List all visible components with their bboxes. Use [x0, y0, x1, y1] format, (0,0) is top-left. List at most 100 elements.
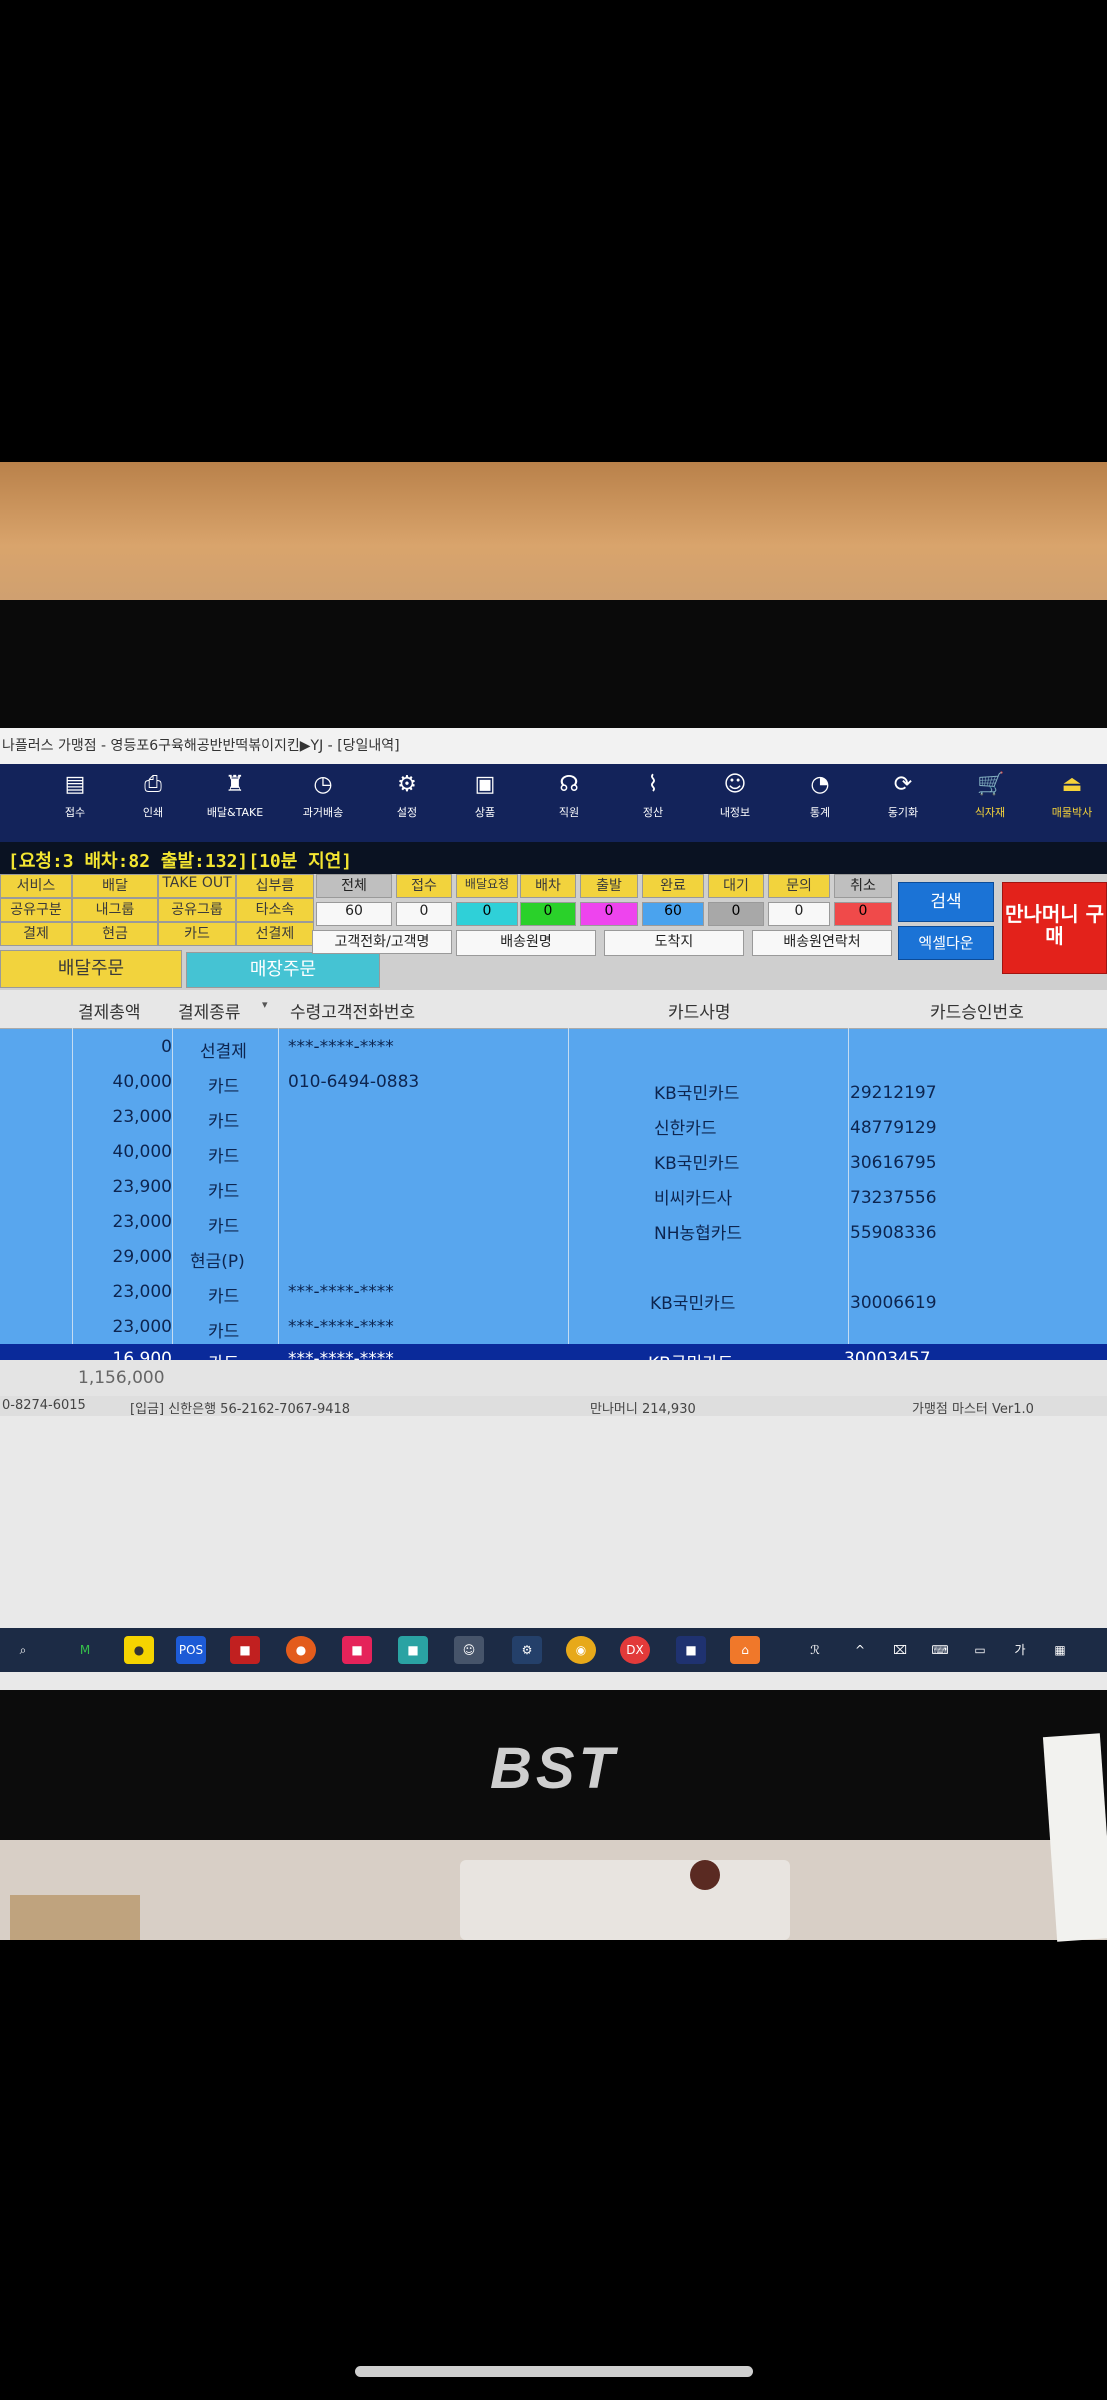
filter-service[interactable]: 서비스	[0, 874, 72, 898]
table-row[interactable]: 16,900카드***-****-****KB국민카드30003457	[0, 1344, 1107, 1360]
filter-delivery[interactable]: 배달	[72, 874, 158, 898]
status-cancel[interactable]: 취소	[834, 874, 892, 898]
toolbar-staff[interactable]: ☊ 직원	[534, 772, 604, 820]
toolbar-receive[interactable]: ▤ 접수	[40, 772, 110, 820]
toolbar-settings[interactable]: ⚙ 설정	[372, 772, 442, 820]
table-header: 결제총액 결제종류 ▾ 수령고객전화번호 카드사명 카드승인번호	[0, 990, 1107, 1029]
col-payment-type[interactable]: 결제종류	[178, 998, 241, 1023]
toolbar-settlement[interactable]: ⌇ 정산	[618, 772, 688, 820]
phone-info: 0-8274-6015	[2, 1398, 86, 1413]
terminal-knob	[690, 1860, 720, 1890]
app-m-icon[interactable]: M	[70, 1636, 100, 1664]
pos-screen: 나플러스 가맹점 - 영등포6구육해공반반떡볶이지킨▶YJ - [당일내역] ▤…	[0, 728, 1107, 1690]
money-info: 만나머니 214,930	[590, 1402, 696, 1417]
toolbar-realestate[interactable]: ⏏ 매물박사	[1037, 772, 1107, 820]
table-row[interactable]: 0 선결제 ***-****-****	[0, 1030, 1107, 1065]
pie-icon: ◔	[810, 772, 830, 797]
toolbar-sync[interactable]: ⟳ 동기화	[868, 772, 938, 820]
app-user-icon[interactable]: ☺	[454, 1636, 484, 1664]
buy-money-button[interactable]: 만나머니 구매	[1002, 882, 1107, 974]
status-waiting[interactable]: 대기	[708, 874, 764, 898]
table-row[interactable]: 23,000 카드 ***-****-****	[0, 1310, 1107, 1344]
hat-icon: ⏏	[1061, 772, 1083, 797]
filter-card[interactable]: 카드	[158, 922, 236, 946]
pos-icon[interactable]: POS	[176, 1636, 206, 1664]
keyboard-icon[interactable]: ⌨	[925, 1636, 955, 1664]
filter-takeout[interactable]: TAKE OUT	[158, 874, 236, 898]
account-info: [입금] 신한은행 56-2162-7067-9418	[130, 1402, 351, 1417]
status-received[interactable]: 접수	[396, 874, 452, 898]
toolbar-my-info[interactable]: ☺ 내정보	[700, 772, 770, 820]
search-customer-field[interactable]: 고객전화/고객명	[312, 930, 452, 954]
search-rider-contact-field[interactable]: 배송원연락처	[752, 930, 892, 956]
app-blue-icon[interactable]: ■	[676, 1636, 706, 1664]
col-amount[interactable]: 결제총액	[78, 998, 141, 1023]
table-row[interactable]: 23,000 카드 NH농협카드 55908336	[0, 1205, 1107, 1244]
settings-icon[interactable]: ⚙	[512, 1636, 542, 1664]
toolbar-print[interactable]: ⎙ 인쇄	[118, 772, 188, 820]
table-row[interactable]: 23,900 카드 비씨카드사 73237556	[0, 1170, 1107, 1209]
total-bar	[0, 1360, 1107, 1396]
chevron-up-icon[interactable]: ^	[845, 1636, 875, 1664]
search-rider-name-field[interactable]: 배송원명	[456, 930, 596, 956]
status-inquiry[interactable]: 문의	[768, 874, 830, 898]
tab-store-orders[interactable]: 매장주문	[186, 952, 380, 988]
status-all[interactable]: 전체	[316, 874, 392, 898]
app-pink-icon[interactable]: ■	[342, 1636, 372, 1664]
col-card-company[interactable]: 카드사명	[668, 998, 731, 1023]
count-request: 0	[456, 902, 518, 926]
ime-icon[interactable]: 가	[1005, 1636, 1035, 1664]
sort-arrow-icon[interactable]: ▾	[262, 998, 268, 1011]
tab-delivery-orders[interactable]: 배달주문	[0, 950, 182, 988]
count-cancel: 0	[834, 902, 892, 926]
toolbar-history[interactable]: ◷ 과거배송	[288, 772, 358, 820]
search-destination-field[interactable]: 도착지	[604, 930, 744, 956]
app-orange-icon[interactable]: ●	[286, 1636, 316, 1664]
excel-download-button[interactable]: 엑셀다운	[898, 926, 994, 960]
table-row[interactable]: 40,000 카드 010-6494-0883 KB국민카드 29212197	[0, 1065, 1107, 1104]
filter-payment[interactable]: 결제	[0, 922, 72, 946]
toolbar-delivery[interactable]: ♜ 배달&TAKE	[200, 772, 270, 820]
status-complete[interactable]: 완료	[642, 874, 704, 898]
count-received: 0	[396, 902, 452, 926]
app-red-icon[interactable]: ■	[230, 1636, 260, 1664]
kakaotalk-icon[interactable]: ●	[124, 1636, 154, 1664]
filter-share-type[interactable]: 공유구분	[0, 898, 72, 922]
table-row[interactable]: 29,000 현금(P)	[0, 1240, 1107, 1275]
home-indicator[interactable]	[355, 2366, 753, 2377]
col-phone[interactable]: 수령고객전화번호	[290, 998, 415, 1023]
status-request[interactable]: 배달요청	[456, 874, 518, 898]
app-home-icon[interactable]: ⌂	[730, 1636, 760, 1664]
filter-errand[interactable]: 십부름	[236, 874, 314, 898]
table-row[interactable]: 23,000 카드 ***-****-**** KB국민카드 30006619	[0, 1275, 1107, 1314]
status-summary: [요청:3 배차:82 출발:132][10분 지연]	[8, 851, 353, 872]
toolbar-stats[interactable]: ◔ 통계	[785, 772, 855, 820]
col-approval-number[interactable]: 카드승인번호	[930, 998, 1024, 1023]
display-icon[interactable]: ▭	[965, 1636, 995, 1664]
table-row[interactable]: 40,000 카드 KB국민카드 30616795	[0, 1135, 1107, 1174]
filter-cash[interactable]: 현금	[72, 922, 158, 946]
table-row[interactable]: 23,000 카드 신한카드 48779129	[0, 1100, 1107, 1139]
count-waiting: 0	[708, 902, 764, 926]
search-icon[interactable]: ⌕	[8, 1636, 38, 1664]
filter-prepaid[interactable]: 선결제	[236, 922, 314, 946]
search-button[interactable]: 검색	[898, 882, 994, 922]
gear-icon: ⚙	[397, 772, 417, 797]
app-teal-icon[interactable]: ■	[398, 1636, 428, 1664]
grid-icon[interactable]: ▦	[1045, 1636, 1075, 1664]
people-icon[interactable]: ℛ	[800, 1636, 830, 1664]
monitor-bezel-top	[0, 600, 1107, 728]
user-icon: ☺	[723, 772, 747, 797]
filter-shared-group[interactable]: 공유그룹	[158, 898, 236, 922]
status-departed[interactable]: 출발	[580, 874, 638, 898]
toolbar-products[interactable]: ▣ 상품	[450, 772, 520, 820]
filter-my-group[interactable]: 내그룹	[72, 898, 158, 922]
network-icon[interactable]: ⌧	[885, 1636, 915, 1664]
app-dx-icon[interactable]: DX	[620, 1636, 650, 1664]
filter-other[interactable]: 타소속	[236, 898, 314, 922]
chrome-icon[interactable]: ◉	[566, 1636, 596, 1664]
toolbar-ingredients[interactable]: 🛒 식자재	[955, 772, 1025, 820]
window-title: 나플러스 가맹점 - 영등포6구육해공반반떡볶이지킨▶YJ - [당일내역]	[0, 728, 1107, 764]
windows-taskbar: ⌕ M ● POS ■ ● ■ ■ ☺ ⚙ ◉ DX ■ ⌂ ℛ ^ ⌧ ⌨ ▭…	[0, 1628, 1107, 1672]
status-assigned[interactable]: 배차	[520, 874, 576, 898]
